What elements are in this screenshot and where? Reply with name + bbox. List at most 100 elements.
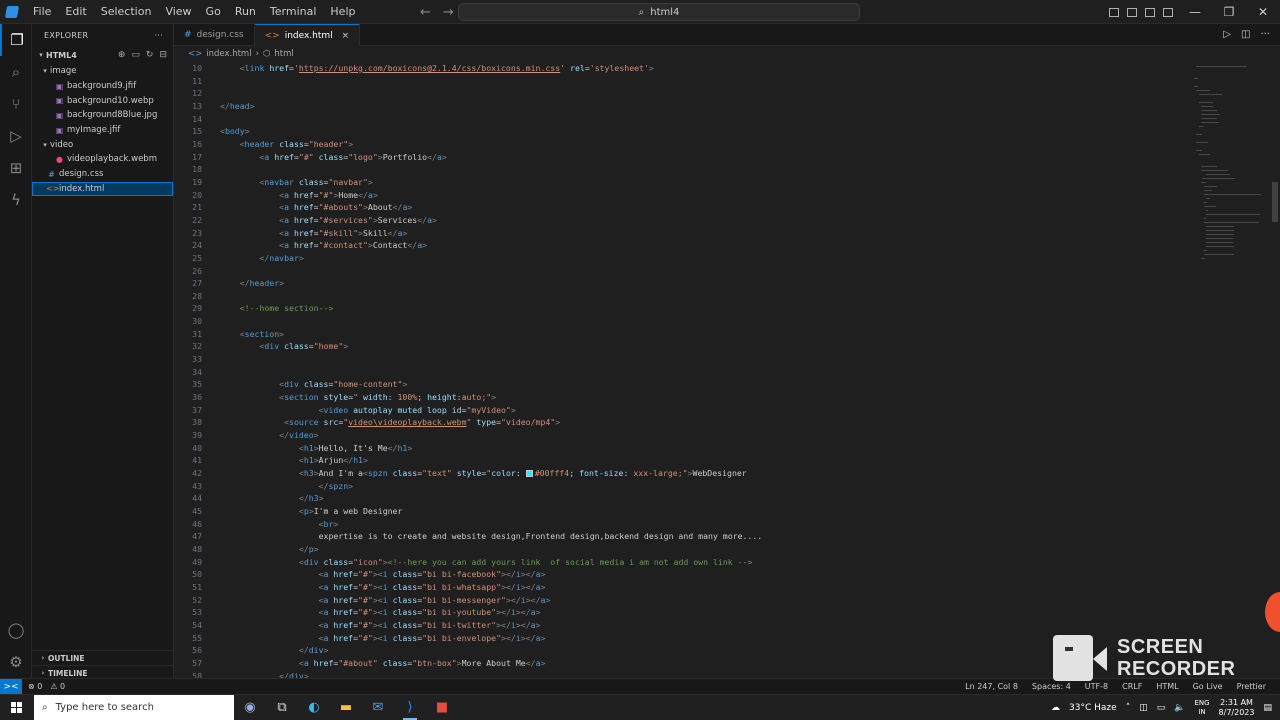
menu-run[interactable]: Run: [228, 0, 263, 24]
code-token: class: [303, 379, 329, 390]
task-view-icon[interactable]: ⧉: [266, 695, 298, 720]
code-text: </div>: [220, 644, 329, 657]
battery-icon[interactable]: ▭: [1157, 703, 1166, 713]
customize-layout-icon[interactable]: [1160, 0, 1176, 24]
code-token: div: [264, 341, 285, 352]
toggle-secondary-sidebar-icon[interactable]: [1142, 0, 1158, 24]
menu-go[interactable]: Go: [199, 0, 228, 24]
tree-file[interactable]: ▣ myImage.jfif: [32, 123, 173, 138]
tree-folder[interactable]: ▾ video: [32, 137, 173, 152]
tab-design-css[interactable]: # design.css: [174, 24, 255, 46]
weather-text[interactable]: 33°C Haze: [1069, 703, 1117, 713]
clock[interactable]: 2:31 AM 8/7/2023: [1219, 698, 1255, 718]
status-problems[interactable]: ⊗ 0 ⚠ 0: [22, 682, 65, 691]
code-token: a: [323, 632, 334, 643]
code-token: </: [407, 240, 418, 251]
menu-selection[interactable]: Selection: [94, 0, 159, 24]
breadcrumb-node[interactable]: html: [274, 49, 293, 59]
volume-icon[interactable]: 🔈: [1174, 703, 1185, 713]
code-token: </: [220, 543, 309, 554]
code-token: height: [427, 392, 457, 403]
workspace-folder[interactable]: ▾ HTML4 ⊕ ▭ ↻ ⊟: [32, 46, 173, 64]
tree-file[interactable]: ▣ background8Blue.jpg: [32, 108, 173, 123]
run-icon[interactable]: ▷: [1223, 29, 1231, 40]
new-file-icon[interactable]: ⊕: [118, 50, 126, 60]
remote-indicator-icon[interactable]: ><: [0, 678, 22, 695]
split-editor-icon[interactable]: ◫: [1241, 29, 1250, 40]
menu-file[interactable]: File: [26, 0, 58, 24]
search-activity-icon[interactable]: ⌕: [0, 56, 32, 88]
minimap[interactable]: [1194, 62, 1270, 678]
start-button[interactable]: [0, 695, 32, 720]
notifications-icon[interactable]: ▤: [1263, 703, 1272, 713]
scrollbar-thumb[interactable]: [1272, 182, 1278, 222]
minimize-button[interactable]: —: [1178, 0, 1212, 24]
navigation-arrows: ← →: [420, 0, 454, 24]
code-text: <div class="home">: [220, 340, 348, 353]
collapse-all-icon[interactable]: ⊟: [159, 50, 167, 60]
explorer-icon[interactable]: ❐: [0, 24, 32, 56]
more-editor-actions-icon[interactable]: ···: [1260, 29, 1270, 40]
outline-section[interactable]: › OUTLINE: [32, 650, 174, 665]
vscode-taskbar-icon[interactable]: ⟩: [394, 695, 426, 720]
tree-folder[interactable]: ▾ image: [32, 64, 173, 79]
close-tab-icon[interactable]: ×: [342, 31, 350, 41]
recorder-taskbar-icon[interactable]: ■: [426, 695, 458, 720]
menu-help[interactable]: Help: [323, 0, 362, 24]
breadcrumb-file[interactable]: index.html: [206, 49, 251, 59]
code-token: ;: [417, 392, 428, 403]
line-number: 16: [192, 138, 202, 149]
mail-icon[interactable]: ✉: [362, 695, 394, 720]
cortana-icon[interactable]: ◉: [234, 695, 266, 720]
status-item[interactable]: Ln 247, Col 8: [965, 682, 1018, 691]
explorer-toolbar: ⊕ ▭ ↻ ⊟: [118, 50, 173, 60]
taskbar-search[interactable]: ⌕ Type here to search: [34, 694, 234, 720]
run-debug-icon[interactable]: ▷: [0, 120, 32, 152]
tree-file[interactable]: ▣ background10.webp: [32, 93, 173, 108]
code-token: >: [540, 657, 546, 668]
new-folder-icon[interactable]: ▭: [131, 50, 140, 60]
back-arrow-icon[interactable]: ←: [420, 5, 431, 20]
toggle-panel-icon[interactable]: [1124, 0, 1140, 24]
more-actions-icon[interactable]: ···: [154, 31, 163, 40]
manage-gear-icon[interactable]: ⚙: [0, 646, 32, 678]
file-explorer-icon[interactable]: ▬: [330, 695, 362, 720]
language-indicator[interactable]: ENG IN: [1194, 699, 1209, 717]
code-token: <: [220, 442, 304, 453]
source-control-icon[interactable]: ⑂: [0, 88, 32, 120]
code-line: 48 </p>: [174, 543, 1194, 556]
tree-file[interactable]: <> index.html: [32, 181, 173, 197]
remote-explorer-icon[interactable]: ϟ: [0, 184, 32, 216]
refresh-icon[interactable]: ↻: [146, 50, 154, 60]
tree-file[interactable]: # design.css: [32, 167, 173, 182]
edge-browser-icon[interactable]: ◐: [298, 695, 330, 720]
code-token: </: [220, 278, 250, 289]
forward-arrow-icon[interactable]: →: [443, 5, 454, 20]
chevron-up-icon[interactable]: ˄: [1126, 703, 1131, 713]
code-token: <: [220, 392, 285, 403]
menu-edit[interactable]: Edit: [58, 0, 93, 24]
toggle-sidebar-icon[interactable]: [1106, 0, 1122, 24]
command-center-search[interactable]: ⌕ html4: [458, 3, 860, 21]
code-token: header: [244, 138, 280, 149]
accounts-icon[interactable]: ◯: [0, 614, 32, 646]
tab-index-html[interactable]: <> index.html ×: [254, 24, 361, 46]
code-editor[interactable]: 10 <link href='https://unpkg.com/boxicon…: [174, 62, 1194, 678]
line-number: 38: [192, 417, 202, 428]
menu-view[interactable]: View: [158, 0, 198, 24]
tree-file[interactable]: ● videoplayback.webm: [32, 152, 173, 167]
code-token: div: [284, 379, 304, 390]
extensions-icon[interactable]: ⊞: [0, 152, 32, 184]
menu-terminal[interactable]: Terminal: [263, 0, 324, 24]
close-window-button[interactable]: ✕: [1246, 0, 1280, 24]
code-token: Home: [338, 189, 359, 200]
editor-scrollbar[interactable]: [1270, 62, 1280, 678]
restore-button[interactable]: ❐: [1212, 0, 1246, 24]
code-text: <a href="#"><i class="bi bi-whatsapp"></…: [220, 581, 546, 594]
minimap-line: [1196, 150, 1202, 151]
tree-file[interactable]: ▣ background9.jfif: [32, 79, 173, 94]
line-number: 18: [192, 164, 202, 175]
network-icon[interactable]: ◫: [1139, 703, 1148, 713]
color-swatch-icon[interactable]: [525, 470, 533, 477]
code-token: expertise is to create and website desig…: [220, 531, 763, 542]
